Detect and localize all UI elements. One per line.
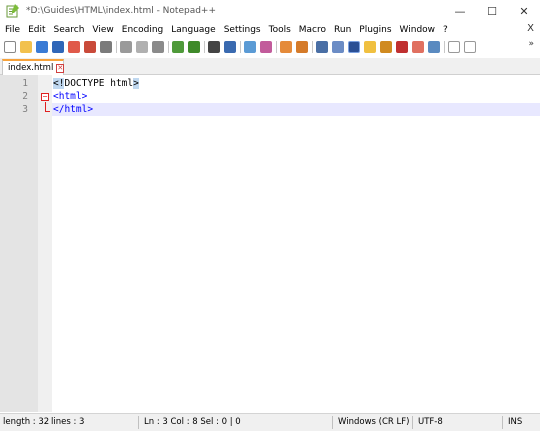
status-divider bbox=[502, 416, 503, 429]
indent-guide-icon[interactable] bbox=[348, 41, 360, 53]
line-number: 1 bbox=[22, 78, 28, 89]
title-bar: *D:\Guides\HTML\index.html - Notepad++ —… bbox=[0, 0, 540, 22]
status-position: Ln : 3 Col : 8 Sel : 0 | 0 bbox=[144, 417, 241, 427]
toolbar-separator bbox=[444, 41, 445, 53]
code-line: 2 <html> bbox=[0, 90, 540, 103]
status-encoding[interactable]: UTF-8 bbox=[415, 414, 443, 431]
code-text: <!DOCTYPE html> bbox=[53, 77, 139, 90]
menu-run[interactable]: Run bbox=[334, 25, 351, 35]
menu-language[interactable]: Language bbox=[171, 25, 215, 35]
zoom-out-icon[interactable] bbox=[260, 41, 272, 53]
window-title: *D:\Guides\HTML\index.html - Notepad++ bbox=[26, 6, 217, 16]
menu-search[interactable]: Search bbox=[54, 25, 85, 35]
code-text: </html> bbox=[53, 104, 94, 115]
brace-close: > bbox=[133, 78, 139, 89]
redo-icon[interactable] bbox=[188, 41, 200, 53]
undo-icon[interactable] bbox=[172, 41, 184, 53]
line-number: 3 bbox=[22, 104, 28, 115]
tab-index-html[interactable]: index.html ✕ bbox=[2, 59, 65, 75]
sync-vertical-icon[interactable] bbox=[280, 41, 292, 53]
toolbar-separator bbox=[204, 41, 205, 53]
tab-close-icon[interactable]: ✕ bbox=[56, 63, 65, 73]
minimize-button[interactable]: — bbox=[444, 0, 476, 22]
fold-line bbox=[45, 102, 46, 111]
status-bar: length : 32 lines : 3 Ln : 3 Col : 8 Sel… bbox=[0, 413, 540, 431]
fold-margin bbox=[38, 75, 52, 412]
status-lines: lines : 3 bbox=[51, 417, 85, 427]
menu-encoding[interactable]: Encoding bbox=[122, 25, 163, 35]
cut-icon[interactable] bbox=[120, 41, 132, 53]
tab-bar: index.html ✕ bbox=[0, 58, 540, 75]
menu-view[interactable]: View bbox=[92, 25, 113, 35]
brace-open: < bbox=[53, 78, 59, 89]
doctype-text: DOCTYPE html bbox=[64, 78, 134, 89]
toolbar-separator bbox=[312, 41, 313, 53]
monitoring-icon[interactable] bbox=[428, 41, 440, 53]
show-all-characters-icon[interactable] bbox=[332, 41, 344, 53]
save-icon[interactable] bbox=[36, 41, 48, 53]
close-file-icon[interactable] bbox=[68, 41, 80, 53]
code-text: <html> bbox=[53, 91, 88, 102]
toolbar-separator bbox=[168, 41, 169, 53]
copy-icon[interactable] bbox=[136, 41, 148, 53]
zoom-in-icon[interactable] bbox=[244, 41, 256, 53]
menu-file[interactable]: File bbox=[5, 25, 20, 35]
folder-as-workspace-icon[interactable] bbox=[412, 41, 424, 53]
fold-collapse-icon[interactable]: − bbox=[41, 93, 49, 101]
fold-end-marker bbox=[45, 111, 50, 112]
menu-window[interactable]: Window bbox=[400, 25, 436, 35]
line-number-gutter bbox=[0, 75, 38, 412]
save-all-icon[interactable] bbox=[52, 41, 64, 53]
replace-icon[interactable] bbox=[224, 41, 236, 53]
function-list-icon[interactable] bbox=[396, 41, 408, 53]
user-defined-language-icon[interactable] bbox=[364, 41, 376, 53]
menu-plugins[interactable]: Plugins bbox=[359, 25, 391, 35]
status-eol[interactable]: Windows (CR LF) bbox=[335, 414, 409, 431]
status-insert-mode[interactable]: INS bbox=[505, 414, 522, 431]
status-length: length : 32 bbox=[3, 417, 50, 427]
code-line: 3 </html> bbox=[0, 103, 540, 116]
maximize-button[interactable]: ☐ bbox=[476, 0, 508, 22]
close-window-button[interactable]: ✕ bbox=[508, 0, 540, 22]
record-macro-icon[interactable] bbox=[448, 41, 460, 53]
notepadpp-app-icon bbox=[6, 4, 20, 18]
toolbar-separator bbox=[276, 41, 277, 53]
status-divider bbox=[332, 416, 333, 429]
menu-tools[interactable]: Tools bbox=[269, 25, 291, 35]
word-wrap-icon[interactable] bbox=[316, 41, 328, 53]
find-icon[interactable] bbox=[208, 41, 220, 53]
menu-settings[interactable]: Settings bbox=[224, 25, 261, 35]
status-divider bbox=[412, 416, 413, 429]
stop-macro-icon[interactable] bbox=[464, 41, 476, 53]
toolbar: » bbox=[0, 38, 540, 56]
menu-bar: File Edit Search View Encoding Language … bbox=[0, 22, 540, 38]
paste-icon[interactable] bbox=[152, 41, 164, 53]
toolbar-overflow-button[interactable]: » bbox=[528, 39, 534, 49]
document-map-icon[interactable] bbox=[380, 41, 392, 53]
menu-macro[interactable]: Macro bbox=[299, 25, 326, 35]
close-document-button[interactable]: X bbox=[527, 23, 534, 34]
toolbar-separator bbox=[116, 41, 117, 53]
close-all-icon[interactable] bbox=[84, 41, 96, 53]
sync-horizontal-icon[interactable] bbox=[296, 41, 308, 53]
status-divider bbox=[138, 416, 139, 429]
new-file-icon[interactable] bbox=[4, 41, 16, 53]
editor-area[interactable]: 1 <!DOCTYPE html> 2 <html> 3 </html> − bbox=[0, 75, 540, 412]
tab-label: index.html bbox=[8, 63, 54, 73]
toolbar-separator bbox=[240, 41, 241, 53]
menu-help[interactable]: ? bbox=[443, 25, 448, 35]
code-line: 1 <!DOCTYPE html> bbox=[0, 77, 540, 90]
print-icon[interactable] bbox=[100, 41, 112, 53]
menu-edit[interactable]: Edit bbox=[28, 25, 45, 35]
open-file-icon[interactable] bbox=[20, 41, 32, 53]
line-number: 2 bbox=[22, 91, 28, 102]
